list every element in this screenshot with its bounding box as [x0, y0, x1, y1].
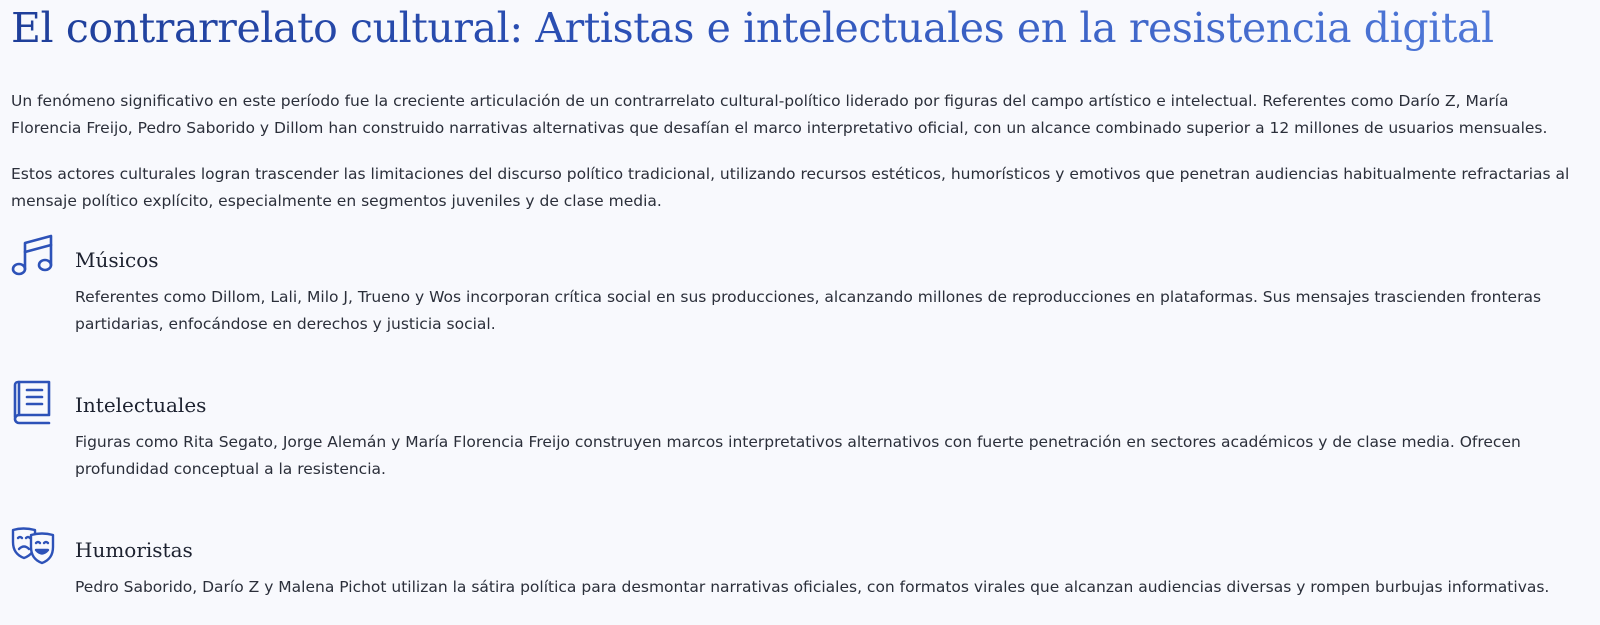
intro-paragraph: Un fenómeno significativo en este períod… — [11, 92, 1548, 137]
article-page: El contrarrelato cultural: Artistas e in… — [0, 0, 1600, 625]
feature-title-intelectuales: Intelectuales — [75, 393, 207, 417]
book-icon — [11, 379, 57, 425]
theater-masks-icon — [11, 524, 57, 570]
feature-text-humoristas: Pedro Saborido, Darío Z y Malena Pichot … — [75, 578, 1550, 596]
page-title: El contrarrelato cultural: Artistas e in… — [11, 4, 1494, 52]
feature-text-intelectuales: Figuras como Rita Segato, Jorge Alemán y… — [75, 433, 1521, 478]
feature-title-humoristas: Humoristas — [75, 538, 193, 562]
context-paragraph: Estos actores culturales logran trascend… — [11, 165, 1570, 210]
feature-text-musicos: Referentes como Dillom, Lali, Milo J, Tr… — [75, 288, 1542, 333]
music-notes-icon — [11, 234, 57, 280]
feature-title-musicos: Músicos — [75, 248, 159, 272]
